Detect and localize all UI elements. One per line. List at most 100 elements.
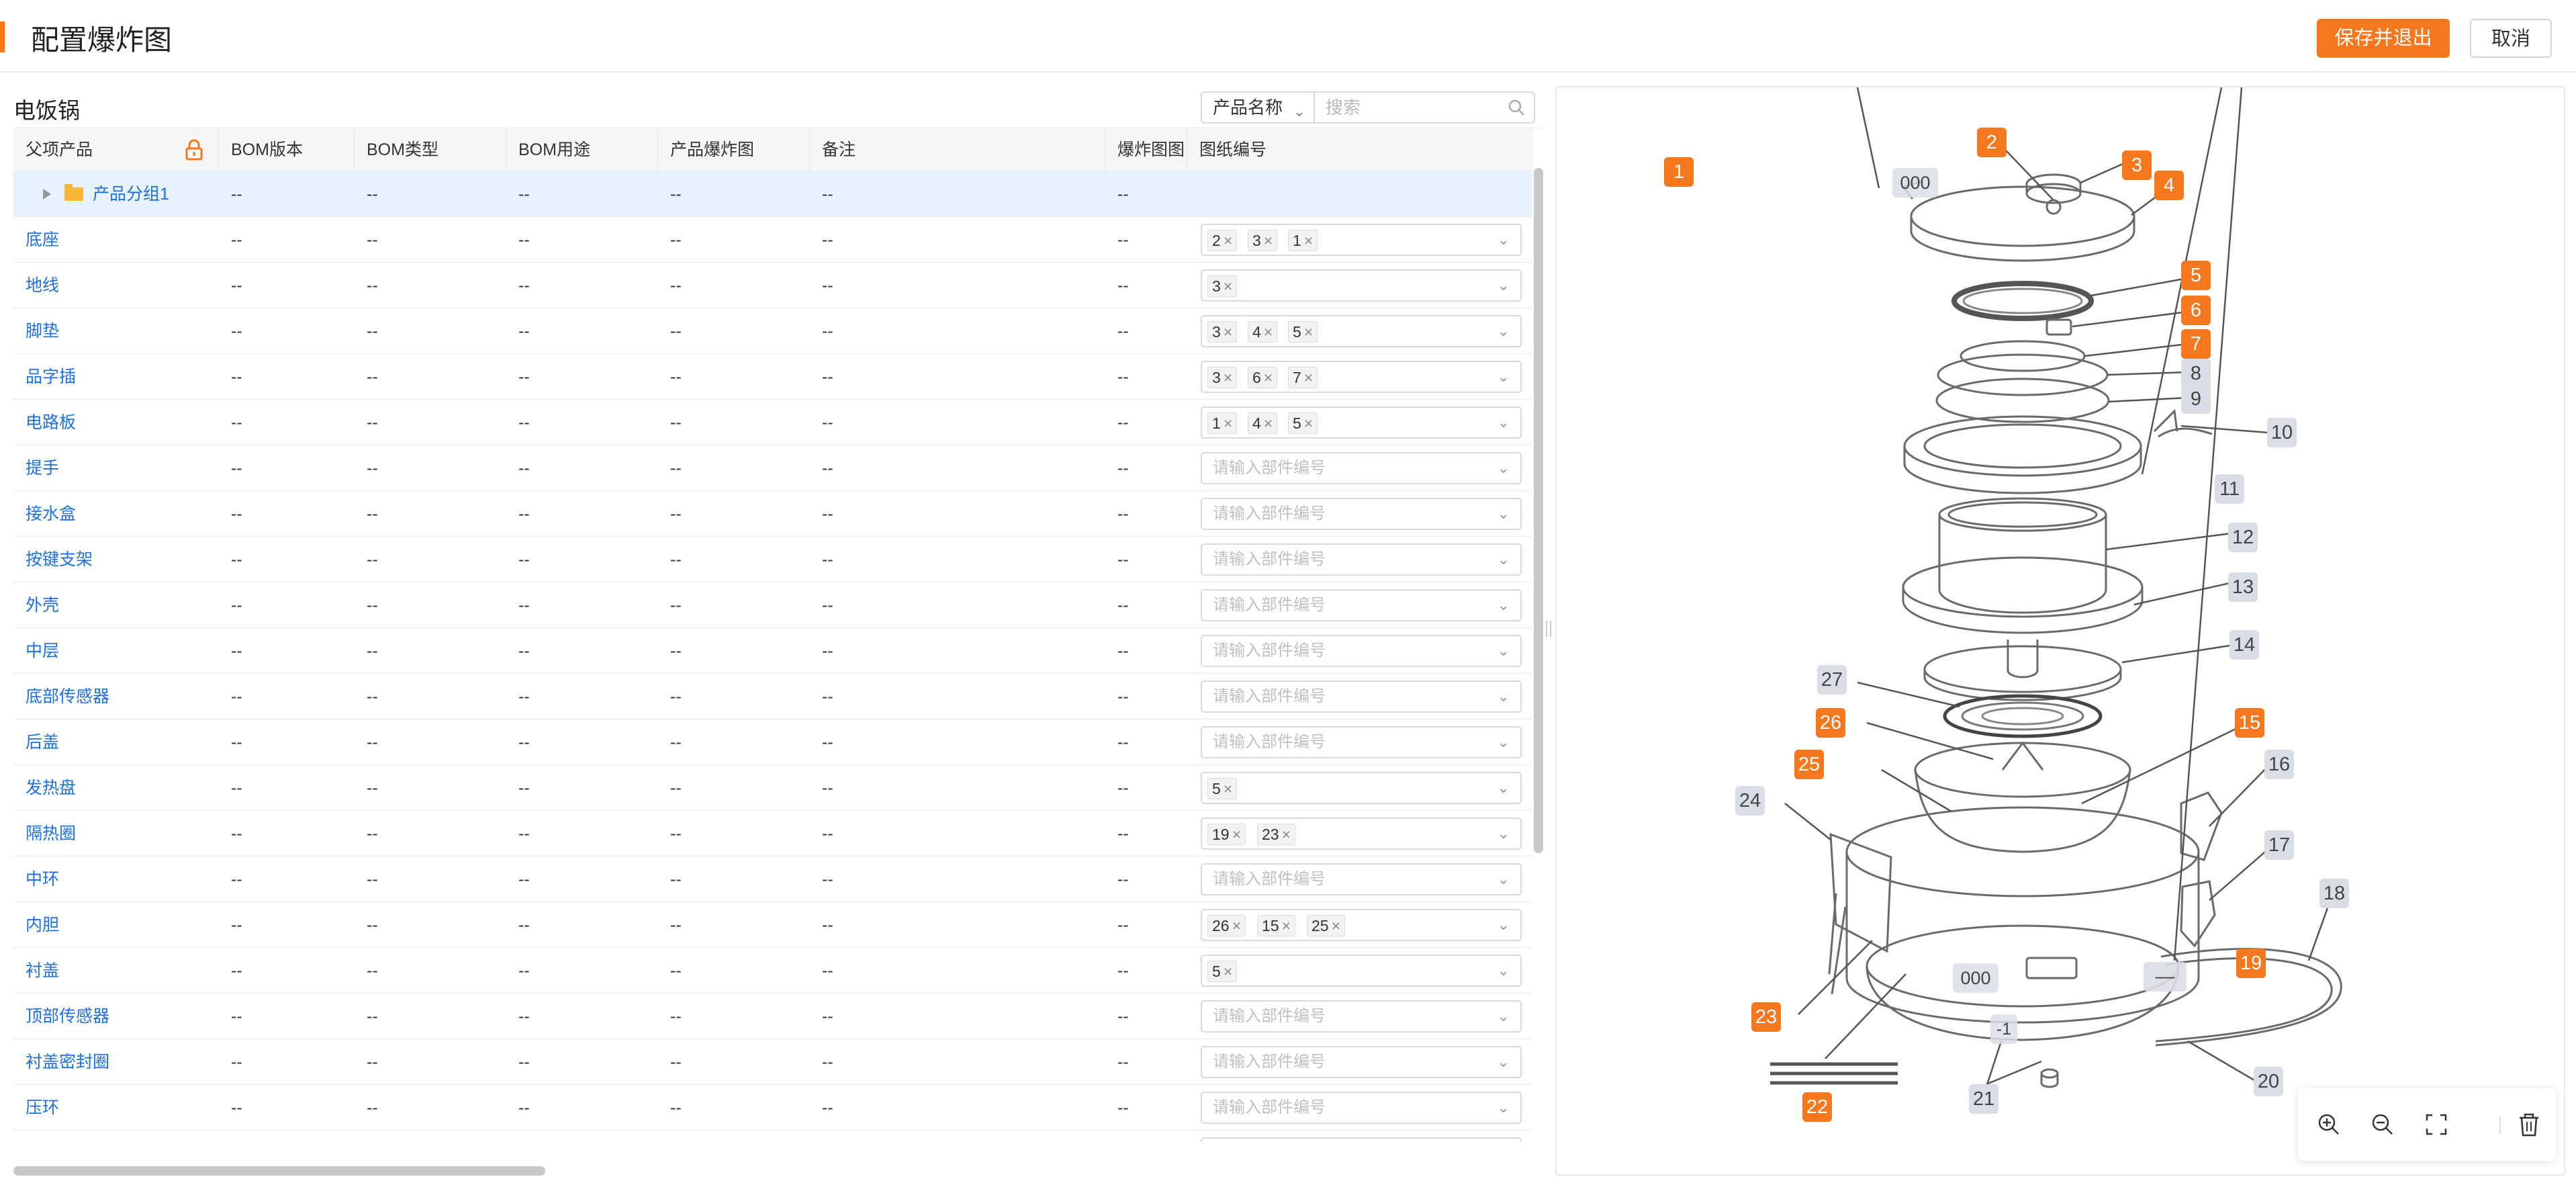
search-input[interactable]: 搜索 bbox=[1314, 91, 1535, 124]
lock-icon[interactable] bbox=[184, 139, 204, 161]
remove-tag-icon[interactable]: × bbox=[1224, 369, 1232, 386]
part-callout[interactable]: 4 bbox=[2154, 171, 2184, 200]
part-number-select[interactable]: 请输入部件编号 ⌄ bbox=[1201, 726, 1522, 758]
fullscreen-icon[interactable] bbox=[2422, 1110, 2451, 1139]
part-callout[interactable]: 19 bbox=[2236, 949, 2266, 978]
zoom-out-icon[interactable] bbox=[2368, 1110, 2397, 1139]
part-callout[interactable]: 22 bbox=[1802, 1092, 1832, 1122]
part-callout[interactable]: 23 bbox=[1751, 1002, 1781, 1032]
parent-product-link[interactable]: 底部传感器 bbox=[13, 674, 219, 719]
parent-product-link[interactable]: 压环 bbox=[13, 1085, 219, 1131]
remove-tag-icon[interactable]: × bbox=[1264, 369, 1273, 386]
part-number-select[interactable]: 3 × 6 × 7 × ⌄ bbox=[1201, 361, 1522, 393]
part-number-select[interactable]: 请输入部件编号 ⌄ bbox=[1201, 589, 1522, 621]
parent-product-link[interactable]: 衬盖密封圈 bbox=[13, 1039, 219, 1085]
part-number-select[interactable]: 请输入部件编号 ⌄ bbox=[1201, 543, 1522, 576]
part-number-select[interactable]: 请输入部件编号 ⌄ bbox=[1201, 1046, 1522, 1078]
parent-product-link[interactable]: 隔热圈 bbox=[13, 811, 219, 857]
part-callout[interactable]: 2 bbox=[1977, 128, 2007, 157]
parent-product-link[interactable]: 中环 bbox=[13, 857, 219, 902]
part-number-select[interactable]: 5 × ⌄ bbox=[1201, 772, 1522, 804]
remove-tag-icon[interactable]: × bbox=[1232, 826, 1241, 843]
parent-product-link[interactable]: 顶部传感器 bbox=[13, 994, 219, 1039]
remove-tag-icon[interactable]: × bbox=[1232, 917, 1241, 934]
remove-tag-icon[interactable]: × bbox=[1264, 414, 1273, 432]
part-number-select[interactable]: 请输入部件编号 ⌄ bbox=[1201, 863, 1522, 895]
part-callout[interactable]: 26 bbox=[1816, 708, 1845, 738]
save-and-exit-button[interactable]: 保存并退出 bbox=[2317, 19, 2450, 58]
part-callout[interactable]: 3 bbox=[2122, 150, 2152, 180]
part-number-select[interactable]: 3 × 4 × 5 × ⌄ bbox=[1201, 315, 1522, 347]
part-callout[interactable]: 10 bbox=[2267, 418, 2297, 447]
part-callout[interactable]: 17 bbox=[2264, 830, 2294, 860]
part-number-select[interactable]: 请输入部件编号 ⌄ bbox=[1201, 635, 1522, 667]
parent-product-link[interactable]: 接水盒 bbox=[13, 491, 219, 537]
remove-tag-icon[interactable]: × bbox=[1224, 277, 1232, 295]
part-number-select[interactable]: 请输入部件编号 ⌄ bbox=[1201, 452, 1522, 484]
expand-caret-icon[interactable] bbox=[43, 189, 51, 200]
part-number-select[interactable]: 5 × ⌄ bbox=[1201, 955, 1522, 987]
part-callout[interactable]: 12 bbox=[2228, 523, 2258, 552]
part-callout[interactable]: 24 bbox=[1735, 786, 1765, 816]
remove-tag-icon[interactable]: × bbox=[1304, 369, 1313, 386]
part-callout[interactable]: 9 bbox=[2181, 384, 2211, 414]
part-callout[interactable]: 15 bbox=[2235, 708, 2264, 738]
parent-product-link[interactable]: 后盖 bbox=[13, 719, 219, 765]
parent-product-link[interactable]: 品字插 bbox=[13, 354, 219, 400]
part-number-select[interactable]: 请输入部件编号 ⌄ bbox=[1201, 1000, 1522, 1033]
remove-tag-icon[interactable]: × bbox=[1282, 917, 1291, 934]
parent-product-link[interactable]: 面盖密封圈 bbox=[13, 1131, 219, 1142]
part-callout[interactable]: 14 bbox=[2229, 630, 2259, 660]
remove-tag-icon[interactable]: × bbox=[1224, 780, 1232, 797]
remove-tag-icon[interactable]: × bbox=[1304, 323, 1313, 341]
part-callout[interactable]: 25 bbox=[1794, 750, 1824, 779]
part-number-select[interactable]: 2 × 3 × 1 × ⌄ bbox=[1201, 224, 1522, 256]
parent-product-link[interactable]: 外壳 bbox=[13, 582, 219, 628]
remove-tag-icon[interactable]: × bbox=[1264, 232, 1273, 249]
panel-resize-handle[interactable] bbox=[1546, 621, 1551, 637]
parent-product-link[interactable]: 脚垫 bbox=[13, 308, 219, 354]
vertical-scrollbar[interactable] bbox=[1534, 168, 1543, 853]
part-callout[interactable]: 5 bbox=[2181, 261, 2211, 290]
remove-tag-icon[interactable]: × bbox=[1224, 323, 1232, 341]
remove-tag-icon[interactable]: × bbox=[1332, 917, 1340, 934]
parent-product-link[interactable]: 内胆 bbox=[13, 902, 219, 948]
table-row-group[interactable]: 产品分组1 -- -- -- -- -- -- bbox=[13, 171, 1532, 217]
part-number-select[interactable]: 19 × 23 × ⌄ bbox=[1201, 818, 1522, 850]
part-callout[interactable]: 13 bbox=[2228, 572, 2258, 602]
part-callout[interactable]: 20 bbox=[2254, 1067, 2283, 1096]
parent-product-link[interactable]: 电路板 bbox=[13, 400, 219, 445]
remove-tag-icon[interactable]: × bbox=[1224, 963, 1232, 980]
remove-tag-icon[interactable]: × bbox=[1224, 414, 1232, 432]
part-callout[interactable]: 18 bbox=[2319, 879, 2349, 908]
part-callout[interactable]: 11 bbox=[2215, 474, 2244, 504]
parent-product-link[interactable]: 发热盘 bbox=[13, 765, 219, 811]
part-number-select[interactable]: 请输入部件编号 ⌄ bbox=[1201, 681, 1522, 713]
zoom-in-icon[interactable] bbox=[2314, 1110, 2344, 1139]
remove-tag-icon[interactable]: × bbox=[1304, 414, 1313, 432]
part-callout[interactable]: 16 bbox=[2264, 750, 2294, 779]
cancel-button[interactable]: 取消 bbox=[2470, 19, 2552, 58]
part-number-select[interactable]: 1 × 4 × 5 × ⌄ bbox=[1201, 406, 1522, 439]
parent-product-link[interactable]: 中层 bbox=[13, 628, 219, 674]
part-number-select[interactable]: 26 × 15 × 25 × ⌄ bbox=[1201, 909, 1522, 941]
parent-product-link[interactable]: 地线 bbox=[13, 263, 219, 308]
parent-product-link[interactable]: 按键支架 bbox=[13, 537, 219, 582]
part-callout[interactable]: 7 bbox=[2181, 329, 2211, 359]
search-field-select[interactable]: 产品名称 ⌄ bbox=[1201, 91, 1315, 124]
part-number-select[interactable]: 请输入部件编号 ⌄ bbox=[1201, 1092, 1522, 1124]
trash-icon[interactable] bbox=[2514, 1110, 2544, 1139]
parent-product-link[interactable]: 衬盖 bbox=[13, 948, 219, 994]
part-callout[interactable]: 1 bbox=[1664, 157, 1694, 187]
part-number-select[interactable]: 3 × ⌄ bbox=[1201, 269, 1522, 302]
part-callout[interactable]: 6 bbox=[2181, 296, 2211, 325]
parent-product-link[interactable]: 提手 bbox=[13, 445, 219, 491]
parent-product-link[interactable]: 底座 bbox=[13, 217, 219, 263]
remove-tag-icon[interactable]: × bbox=[1264, 323, 1273, 341]
part-number-select[interactable]: 请输入部件编号 ⌄ bbox=[1201, 1137, 1522, 1142]
part-callout[interactable]: 21 bbox=[1969, 1084, 1998, 1114]
horizontal-scrollbar[interactable] bbox=[13, 1166, 545, 1176]
group-label[interactable]: 产品分组1 bbox=[93, 171, 169, 217]
remove-tag-icon[interactable]: × bbox=[1304, 232, 1313, 249]
remove-tag-icon[interactable]: × bbox=[1282, 826, 1291, 843]
